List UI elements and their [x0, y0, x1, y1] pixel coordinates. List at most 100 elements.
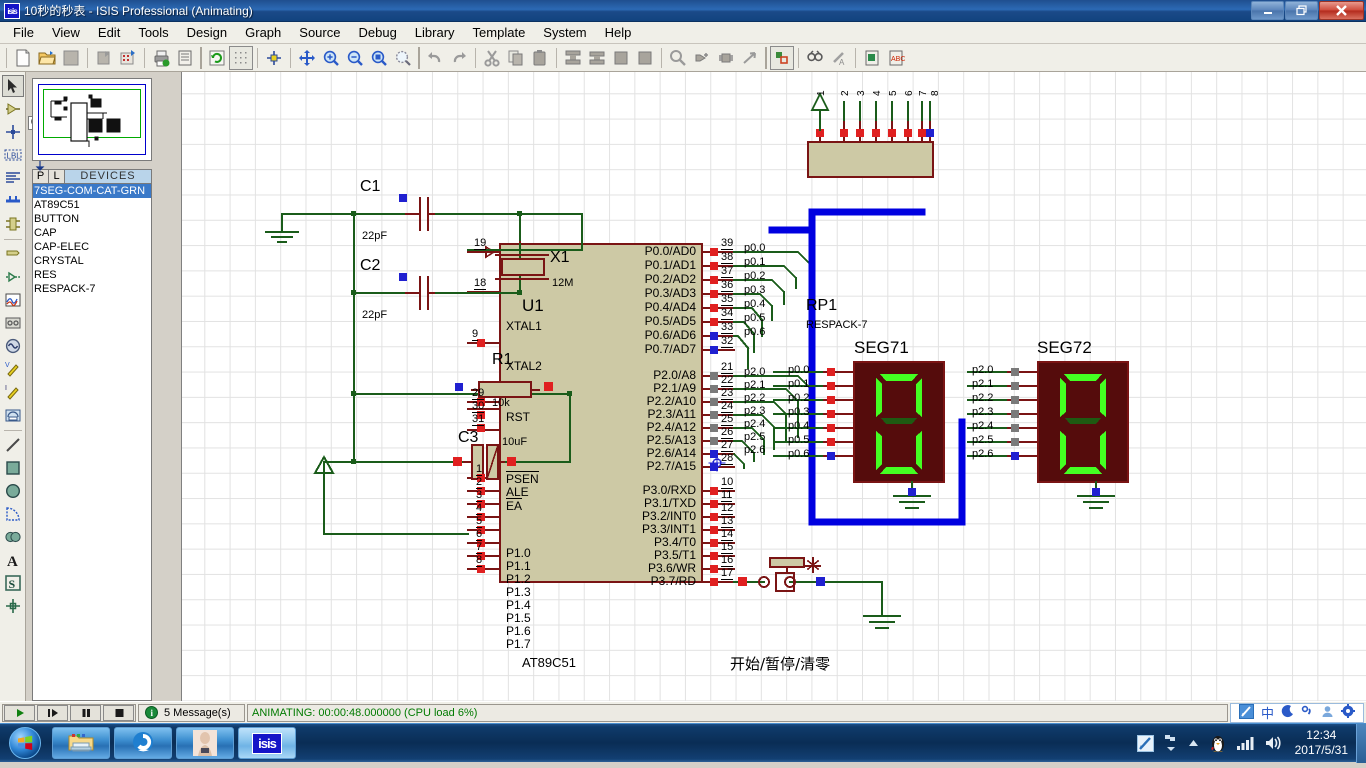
subcircuit-mode-icon[interactable] [2, 213, 24, 235]
paste-icon[interactable] [528, 46, 552, 70]
menu-debug[interactable]: Debug [349, 22, 405, 43]
block-copy-icon[interactable] [561, 46, 585, 70]
zoom-out-icon[interactable] [343, 46, 367, 70]
tape-recorder-mode-icon[interactable] [2, 312, 24, 334]
taskbar-item-file-explorer[interactable] [52, 727, 110, 759]
menu-system[interactable]: System [534, 22, 595, 43]
start-button[interactable] [2, 726, 48, 760]
device-item-respack-7[interactable]: RESPACK-7 [33, 282, 151, 296]
network-signal-icon[interactable] [1236, 735, 1254, 751]
export-section-icon[interactable] [116, 46, 140, 70]
clock[interactable]: 12:34 2017/5/31 [1287, 728, 1356, 758]
toggle-grid-icon[interactable] [229, 45, 253, 70]
print-area-icon[interactable] [173, 46, 197, 70]
junction-dot-mode-icon[interactable] [2, 121, 24, 143]
undo-icon[interactable] [423, 46, 447, 70]
ime-halfwidth-icon[interactable] [1281, 704, 1294, 721]
marker-2d-icon[interactable] [2, 595, 24, 617]
arc-2d-icon[interactable] [2, 503, 24, 525]
zoom-in-icon[interactable] [319, 46, 343, 70]
bus-mode-icon[interactable] [2, 190, 24, 212]
search-tag-icon[interactable] [803, 46, 827, 70]
import-section-icon[interactable] [92, 46, 116, 70]
show-hidden-icons-icon[interactable] [1164, 733, 1177, 753]
play-button[interactable] [4, 704, 35, 721]
release-device-icon[interactable] [738, 46, 762, 70]
pan-icon[interactable] [295, 46, 319, 70]
text-2d-icon[interactable]: A [2, 549, 24, 571]
step-button[interactable] [37, 704, 68, 721]
print-icon[interactable] [149, 46, 173, 70]
qq-penguin-icon[interactable] [1210, 734, 1226, 753]
line-2d-icon[interactable] [2, 434, 24, 456]
ime-user-icon[interactable] [1321, 705, 1334, 721]
open-folder-icon[interactable] [35, 46, 59, 70]
cut-icon[interactable] [480, 46, 504, 70]
auto-router-icon[interactable] [770, 45, 794, 70]
zoom-select-icon[interactable] [391, 46, 415, 70]
zoom-area-icon[interactable] [367, 46, 391, 70]
closed-path-2d-icon[interactable] [2, 526, 24, 548]
circle-2d-icon[interactable] [2, 480, 24, 502]
menu-view[interactable]: View [43, 22, 89, 43]
menu-file[interactable]: File [4, 22, 43, 43]
pick-device-icon[interactable] [666, 46, 690, 70]
menu-template[interactable]: Template [464, 22, 535, 43]
box-2d-icon[interactable] [2, 457, 24, 479]
menu-graph[interactable]: Graph [236, 22, 290, 43]
pause-button[interactable] [70, 704, 101, 721]
component-mode-icon[interactable] [2, 98, 24, 120]
voltage-probe-mode-icon[interactable]: V [2, 358, 24, 380]
device-item-at89c51[interactable]: AT89C51 [33, 198, 151, 212]
pen-tablet-icon[interactable] [1238, 703, 1254, 722]
taskbar-item-photo[interactable] [176, 727, 234, 759]
design-explorer-icon[interactable] [860, 46, 884, 70]
save-icon[interactable] [59, 46, 83, 70]
terminals-mode-icon[interactable] [2, 243, 24, 265]
graph-mode-icon[interactable] [2, 289, 24, 311]
overview-panel[interactable] [32, 78, 152, 161]
origin-icon[interactable] [262, 46, 286, 70]
symbol-2d-icon[interactable]: S [2, 572, 24, 594]
current-probe-mode-icon[interactable]: I [2, 381, 24, 403]
device-item-7seg-com-cat-grn[interactable]: 7SEG-COM-CAT-GRN [33, 184, 151, 198]
block-delete-icon[interactable] [633, 46, 657, 70]
block-move-icon[interactable] [585, 46, 609, 70]
device-item-cap-elec[interactable]: CAP-ELEC [33, 240, 151, 254]
property-assign-icon[interactable]: A [827, 46, 851, 70]
virtual-instrument-mode-icon[interactable] [2, 404, 24, 426]
device-list[interactable]: 7SEG-COM-CAT-GRN AT89C51 BUTTON CAP CAP-… [32, 184, 152, 701]
minimize-button[interactable] [1251, 1, 1284, 20]
block-rotate-icon[interactable] [609, 46, 633, 70]
schematic-canvas[interactable]: U1 AT89C51 XTAL1 XTAL2 RST PSEN ALE EA P… [181, 72, 1366, 701]
redo-icon[interactable] [447, 46, 471, 70]
menu-edit[interactable]: Edit [89, 22, 129, 43]
device-item-res[interactable]: RES [33, 268, 151, 282]
close-button[interactable] [1319, 1, 1364, 20]
package-tool-icon[interactable] [714, 46, 738, 70]
ime-settings-icon[interactable] [1341, 704, 1355, 721]
device-item-button[interactable]: BUTTON [33, 212, 151, 226]
menu-help[interactable]: Help [596, 22, 641, 43]
volume-icon[interactable] [1264, 735, 1282, 751]
new-file-icon[interactable] [11, 46, 35, 70]
arrow-up-icon[interactable] [1187, 738, 1200, 748]
refresh-icon[interactable] [205, 46, 229, 70]
taskbar-item-isis[interactable]: isis [238, 727, 296, 759]
device-pin-mode-icon[interactable] [2, 266, 24, 288]
stop-button[interactable] [103, 704, 134, 721]
bill-of-materials-icon[interactable]: ABC [884, 46, 908, 70]
ime-chinese-icon[interactable]: 中 [1261, 703, 1274, 722]
ime-punctuation-icon[interactable] [1301, 705, 1314, 721]
wire-label-mode-icon[interactable]: LBL [2, 144, 24, 166]
menu-tools[interactable]: Tools [129, 22, 177, 43]
selection-mode-icon[interactable] [1, 75, 24, 97]
show-desktop-button[interactable] [1356, 723, 1366, 763]
menu-library[interactable]: Library [406, 22, 464, 43]
taskbar-item-browser[interactable] [114, 727, 172, 759]
copy-icon[interactable] [504, 46, 528, 70]
text-script-mode-icon[interactable] [2, 167, 24, 189]
menu-source[interactable]: Source [290, 22, 349, 43]
maximize-button[interactable] [1285, 1, 1318, 20]
device-item-cap[interactable]: CAP [33, 226, 151, 240]
